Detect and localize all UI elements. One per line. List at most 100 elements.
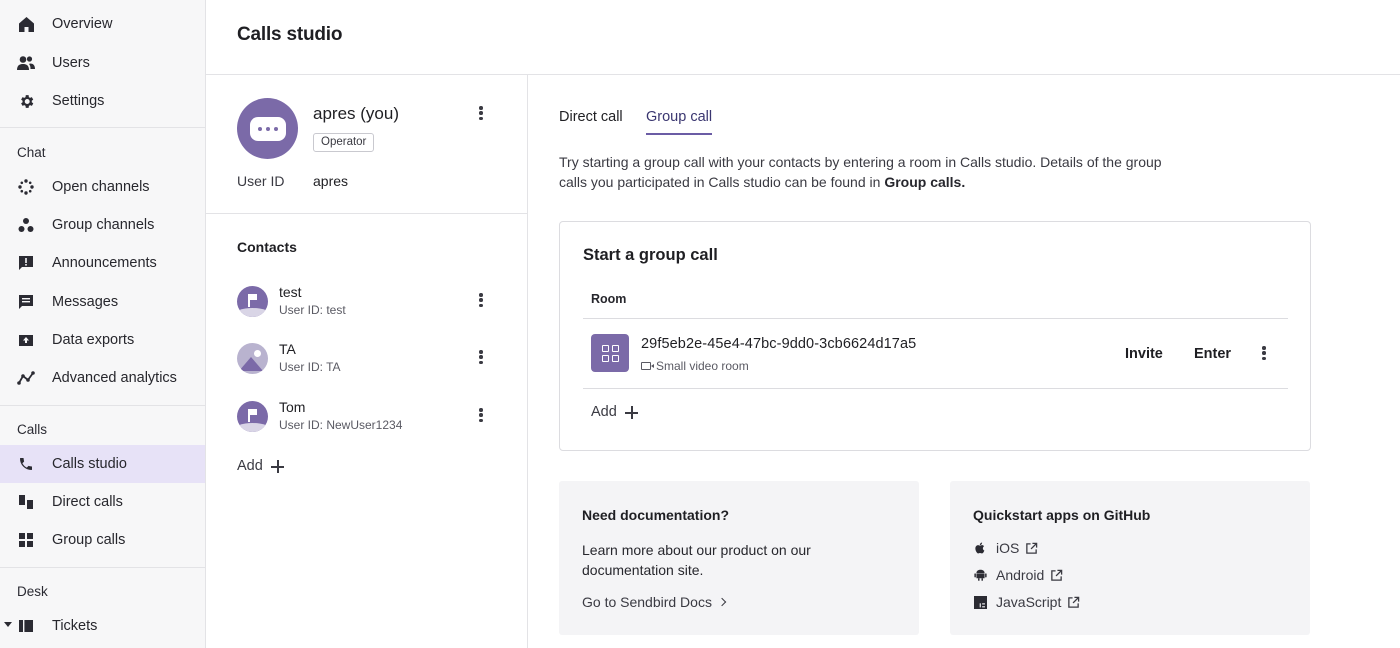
profile-name: apres (you) <box>313 104 399 123</box>
contacts-title: Contacts <box>237 239 297 255</box>
javascript-icon <box>973 595 987 609</box>
divider <box>0 567 205 568</box>
external-link-icon <box>1068 596 1080 608</box>
sendbird-docs-link[interactable]: Go to Sendbird Docs <box>582 594 727 610</box>
gear-icon <box>17 92 35 110</box>
sidebar-item-label: Tickets <box>52 618 98 634</box>
external-link-icon <box>1051 569 1063 581</box>
role-badge: Operator <box>313 133 375 152</box>
invite-button[interactable]: Invite <box>1125 346 1163 362</box>
sidebar-item-label: Calls studio <box>52 456 127 472</box>
sidebar-item-label: Announcements <box>52 255 157 271</box>
chat-bubble-icon <box>249 116 286 141</box>
link-label: Android <box>996 567 1045 583</box>
external-link-icon <box>1026 542 1038 554</box>
ios-link[interactable]: iOS <box>973 540 1038 556</box>
users-icon <box>17 54 35 72</box>
sidebar-item-data-exports[interactable]: Data exports <box>0 321 205 359</box>
sidebar-item-tickets[interactable]: Tickets <box>0 607 205 645</box>
tab-group-call[interactable]: Group call <box>646 109 713 135</box>
link-label: Go to Sendbird Docs <box>582 594 712 610</box>
documentation-panel: Need documentation? Learn more about our… <box>559 481 919 635</box>
link-label: iOS <box>996 540 1020 556</box>
sidebar-item-settings[interactable]: Settings <box>0 82 205 120</box>
contact-avatar <box>237 286 268 317</box>
sidebar-item-advanced-analytics[interactable]: Advanced analytics <box>0 359 205 397</box>
contact-name: Tom <box>279 399 306 415</box>
sidebar-item-label: Advanced analytics <box>52 370 177 386</box>
sidebar-item-open-channels[interactable]: Open channels <box>0 168 205 206</box>
plus-icon <box>624 405 638 419</box>
sidebar-item-messages[interactable]: Messages <box>0 283 205 321</box>
divider <box>0 405 205 406</box>
contact-more-icon[interactable] <box>473 348 489 366</box>
sidebar-item-label: Group calls <box>52 532 126 548</box>
sidebar: Overview Users Settings Chat Open channe… <box>0 0 206 648</box>
add-contact-button[interactable]: Add <box>237 458 284 474</box>
sidebar-item-overview[interactable]: Overview <box>0 5 205 43</box>
page-title: Calls studio <box>237 24 343 45</box>
room-type-label: Small video room <box>656 359 749 373</box>
contact-more-icon[interactable] <box>473 406 489 424</box>
room-more-icon[interactable] <box>1256 344 1272 362</box>
card-title: Start a group call <box>583 246 718 264</box>
start-group-call-card: Start a group call Room 29f5eb2e-45e4-47… <box>559 221 1311 451</box>
data-export-icon <box>17 331 35 349</box>
sidebar-item-label: Messages <box>52 294 119 310</box>
sidebar-item-group-channels[interactable]: Group channels <box>0 206 205 244</box>
sidebar-item-users[interactable]: Users <box>0 44 205 82</box>
github-panel: Quickstart apps on GitHub iOS Android Ja… <box>950 481 1310 635</box>
sidebar-item-direct-calls[interactable]: Direct calls <box>0 483 205 521</box>
add-room-button[interactable]: Add <box>591 404 638 420</box>
ticket-icon <box>17 617 35 635</box>
contact-user-id: User ID: NewUser1234 <box>279 418 403 432</box>
group-channels-icon <box>17 216 35 234</box>
sidebar-item-label: Data exports <box>52 332 135 348</box>
android-link[interactable]: Android <box>973 567 1063 583</box>
sidebar-item-label: Users <box>52 55 90 71</box>
divider <box>206 74 1400 75</box>
profile-more-icon[interactable] <box>473 104 489 122</box>
link-label: JavaScript <box>996 594 1062 610</box>
contact-avatar <box>237 401 268 432</box>
contact-item[interactable]: Tom User ID: NewUser1234 <box>237 399 497 435</box>
chevron-right-icon <box>717 597 727 607</box>
video-camera-icon <box>641 362 654 370</box>
sidebar-item-label: Overview <box>52 16 113 32</box>
avatar <box>237 98 298 159</box>
add-label: Add <box>237 458 263 474</box>
sidebar-item-group-calls[interactable]: Group calls <box>0 521 205 559</box>
contact-item[interactable]: TA User ID: TA <box>237 341 497 377</box>
sidebar-section-title-calls: Calls <box>17 422 48 437</box>
panel-title: Quickstart apps on GitHub <box>973 507 1151 523</box>
direct-calls-icon <box>17 493 35 511</box>
enter-button[interactable]: Enter <box>1194 346 1231 362</box>
javascript-link[interactable]: JavaScript <box>973 594 1080 610</box>
room-column-header: Room <box>591 292 627 306</box>
group-calls-link[interactable]: Group calls. <box>884 174 965 190</box>
open-channels-icon <box>17 178 35 196</box>
sidebar-item-label: Direct calls <box>52 494 123 510</box>
contact-more-icon[interactable] <box>473 291 489 309</box>
sidebar-section-title-chat: Chat <box>17 145 46 160</box>
contact-avatar <box>237 343 268 374</box>
divider <box>527 74 528 648</box>
room-id[interactable]: 29f5eb2e-45e4-47bc-9dd0-3cb6624d17a5 <box>641 336 916 352</box>
messages-icon <box>17 293 35 311</box>
tab-direct-call[interactable]: Direct call <box>559 109 623 133</box>
room-type: Small video room <box>641 359 749 373</box>
sidebar-item-label: Group channels <box>52 217 155 233</box>
description-text: Try starting a group call with your cont… <box>559 154 1162 190</box>
sidebar-item-calls-studio[interactable]: Calls studio <box>0 445 205 483</box>
android-icon <box>973 568 987 582</box>
contact-item[interactable]: test User ID: test <box>237 284 497 320</box>
divider <box>206 213 527 214</box>
sidebar-item-announcements[interactable]: Announcements <box>0 244 205 282</box>
contact-user-id: User ID: test <box>279 303 346 317</box>
contact-name: TA <box>279 341 296 357</box>
user-id-label: User ID <box>237 173 285 189</box>
panel-title: Need documentation? <box>582 507 730 523</box>
room-icon <box>591 334 629 372</box>
apple-icon <box>973 541 987 555</box>
contact-name: test <box>279 284 302 300</box>
